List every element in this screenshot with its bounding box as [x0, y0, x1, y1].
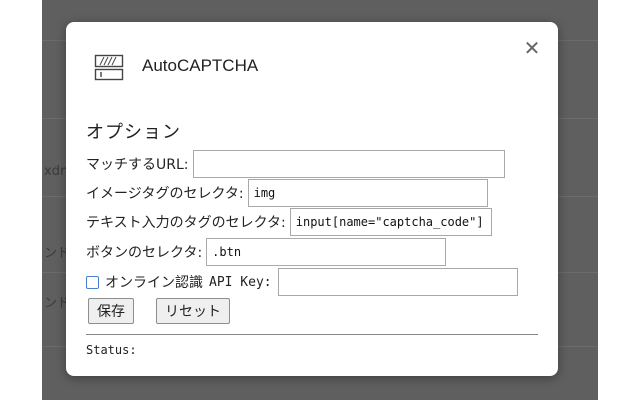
status-label: Status:	[86, 343, 137, 357]
text-input-selector-row: テキスト入力のタグのセレクタ:	[86, 208, 492, 236]
close-icon[interactable]: ✕	[520, 36, 544, 60]
background-text: xdn	[44, 164, 69, 179]
online-recognition-label: オンライン認識	[105, 275, 203, 291]
button-selector-input[interactable]	[206, 238, 447, 266]
button-selector-row: ボタンのセレクタ:	[86, 238, 447, 266]
match-url-row: マッチするURL:	[86, 150, 505, 178]
match-url-input[interactable]	[192, 150, 505, 178]
save-button[interactable]: 保存	[88, 298, 134, 324]
online-recognition-row: オンライン認識 API Key:	[86, 268, 518, 296]
image-selector-input[interactable]	[247, 179, 488, 207]
status-divider	[86, 334, 538, 335]
api-key-label: API Key:	[209, 274, 272, 290]
online-recognition-checkbox[interactable]	[86, 275, 99, 289]
button-selector-label: ボタンのセレクタ:	[86, 245, 203, 261]
app-title: AutoCAPTCHA	[142, 56, 259, 75]
text-input-selector-label: テキスト入力のタグのセレクタ:	[86, 215, 286, 231]
api-key-input[interactable]	[277, 268, 518, 296]
image-selector-label: イメージタグのセレクタ:	[86, 186, 244, 202]
match-url-label: マッチするURL:	[86, 157, 189, 173]
section-title: オプション	[86, 122, 181, 143]
reset-button[interactable]: リセット	[156, 298, 230, 324]
options-dialog: ✕ AutoCAPTCHA オプション マッチするURL: イメージタグのセレク…	[66, 22, 558, 376]
captcha-logo-icon	[94, 54, 124, 81]
image-selector-row: イメージタグのセレクタ:	[86, 179, 488, 207]
text-input-selector-input[interactable]	[289, 208, 492, 236]
